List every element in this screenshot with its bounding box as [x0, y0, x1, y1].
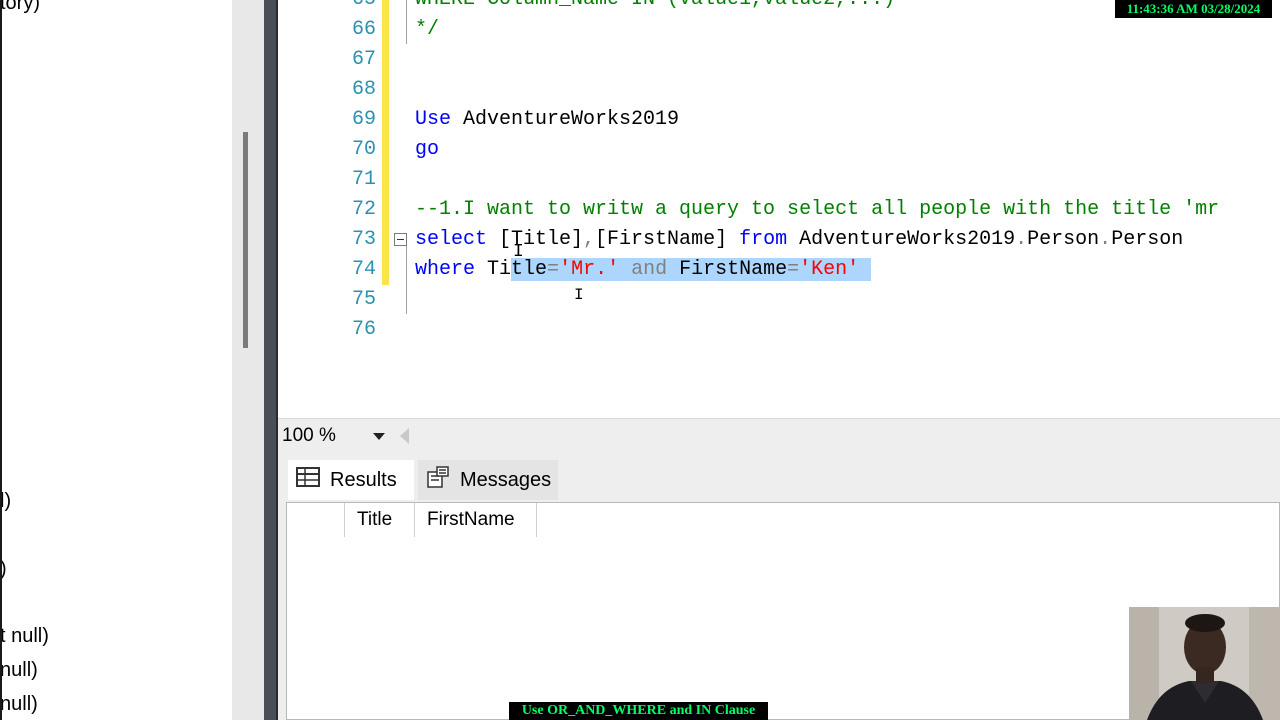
- tab-results-label: Results: [330, 468, 397, 491]
- scrollbar-thumb[interactable]: [243, 132, 248, 348]
- zoom-bar: 100 %: [278, 418, 1280, 454]
- code-token: and: [619, 258, 680, 281]
- column-header-firstname[interactable]: FirstName: [415, 503, 537, 537]
- line-number: 66: [351, 18, 376, 41]
- code-token: from: [739, 228, 788, 251]
- code-token: */: [415, 18, 440, 41]
- code-token: where: [415, 258, 476, 281]
- tab-messages[interactable]: Messages: [418, 460, 558, 500]
- object-explorer-pane: tory) l) ) t null) null) null): [0, 0, 232, 720]
- code-line[interactable]: WHERE Column_Name IN (value1,value2,...): [415, 0, 895, 11]
- outline-line: [406, 0, 407, 44]
- code-token: =: [787, 258, 800, 281]
- caption-overlay: Use OR_AND_WHERE and IN Clause: [509, 702, 768, 720]
- code-token: Person: [1027, 228, 1100, 251]
- line-number: 75: [351, 288, 376, 311]
- pane-splitter[interactable]: [264, 0, 278, 720]
- collapse-icon[interactable]: [394, 233, 407, 246]
- code-token: AdventureWorks2019: [787, 228, 1016, 251]
- webcam-thumbnail: [1129, 607, 1280, 720]
- tree-item-fragment[interactable]: t null): [2, 625, 49, 648]
- mouse-ibeam-icon: I: [574, 286, 584, 304]
- line-number: 70: [351, 138, 376, 161]
- tree-item-fragment[interactable]: ): [2, 558, 7, 581]
- code-line[interactable]: select [Title],[FirstName] from Adventur…: [415, 228, 1183, 251]
- code-line[interactable]: where Title='Mr.' and FirstName='Ken': [415, 258, 872, 281]
- line-number: 71: [351, 168, 376, 191]
- code-line[interactable]: go: [415, 138, 439, 161]
- code-line[interactable]: --1.I want to writw a query to select al…: [415, 198, 1219, 221]
- code-token: --1.I want to writw a query to select al…: [415, 198, 1220, 221]
- line-number: 69: [351, 108, 376, 131]
- code-token: Use: [415, 108, 452, 131]
- code-line[interactable]: Use AdventureWorks2019: [415, 108, 679, 131]
- line-number: 76: [351, 318, 376, 341]
- line-number: 74: [351, 258, 376, 281]
- timestamp-overlay: 11:43:36 AM 03/28/2024: [1115, 0, 1272, 18]
- change-indicator: [382, 45, 389, 285]
- code-token: tle: [511, 258, 548, 281]
- code-token: [FirstName]: [595, 228, 740, 251]
- code-line[interactable]: */: [415, 18, 439, 41]
- code-token: FirstName: [679, 258, 788, 281]
- code-token: [859, 258, 872, 281]
- code-token: =: [547, 258, 560, 281]
- code-token: [Title]: [487, 228, 584, 251]
- zoom-dropdown-icon[interactable]: [373, 433, 385, 440]
- object-explorer-scrollbar[interactable]: [232, 0, 264, 720]
- code-token: Ti: [475, 258, 512, 281]
- tab-messages-label: Messages: [460, 468, 552, 491]
- scroll-left-icon[interactable]: [400, 428, 409, 444]
- code-token: ,: [583, 228, 596, 251]
- code-token: select: [415, 228, 488, 251]
- tree-item-fragment[interactable]: tory): [2, 0, 40, 15]
- row-header-column: [287, 503, 345, 537]
- code-token: WHERE Column_Name IN (value1,value2,...): [415, 0, 895, 11]
- line-number: 68: [351, 78, 376, 101]
- tree-item-fragment[interactable]: null): [2, 693, 38, 716]
- change-indicator: [382, 0, 389, 45]
- tree-item-fragment[interactable]: null): [2, 659, 38, 682]
- code-token: 'Ken': [799, 258, 860, 281]
- column-header-title[interactable]: Title: [345, 503, 415, 537]
- code-token: .: [1099, 228, 1112, 251]
- code-token: 'Mr.': [559, 258, 620, 281]
- code-token: go: [415, 138, 440, 161]
- messages-icon: [426, 466, 450, 494]
- code-token: Person: [1111, 228, 1184, 251]
- outline-line: [406, 246, 407, 314]
- tree-item-fragment[interactable]: l): [2, 490, 11, 513]
- zoom-level[interactable]: 100 %: [282, 425, 336, 447]
- query-editor[interactable]: I I 65WHERE Column_Name IN (value1,value…: [278, 0, 1280, 418]
- tab-results[interactable]: Results: [288, 460, 414, 500]
- code-token: AdventureWorks2019: [451, 108, 680, 131]
- line-number: 73: [351, 228, 376, 251]
- line-number: 65: [278, 0, 376, 11]
- code-token: .: [1015, 228, 1028, 251]
- grid-icon: [296, 467, 320, 493]
- line-number: 72: [351, 198, 376, 221]
- line-number: 67: [351, 48, 376, 71]
